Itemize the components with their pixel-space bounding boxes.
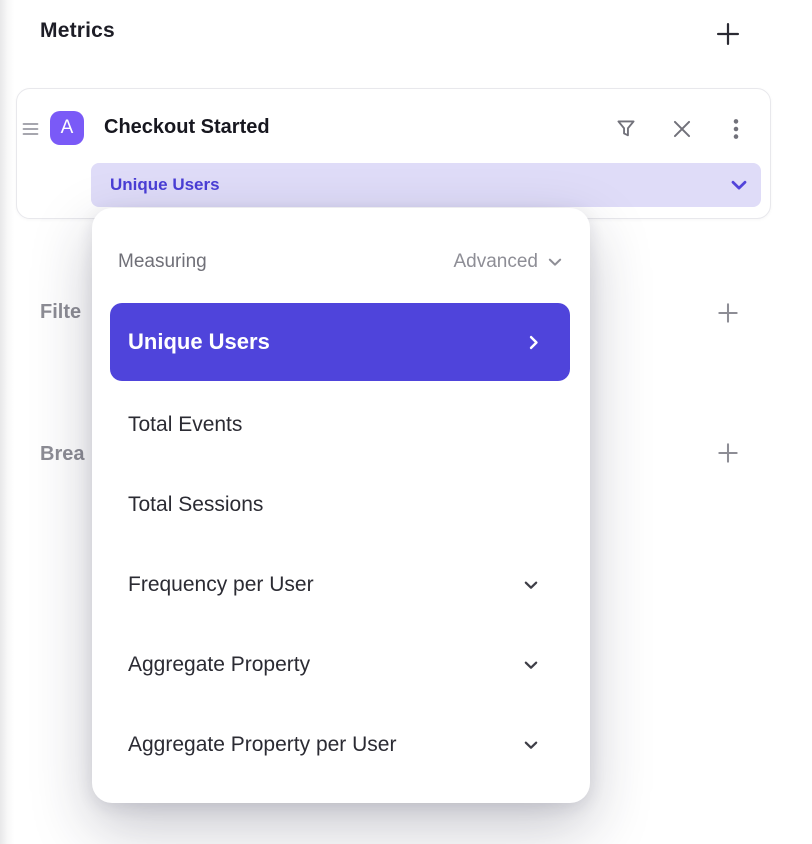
filter-metric-button[interactable]	[611, 114, 641, 144]
measuring-dropdown: Measuring Advanced Unique Users Total Ev…	[92, 208, 590, 803]
event-name[interactable]: Checkout Started	[104, 116, 270, 139]
plus-icon	[715, 440, 741, 466]
funnel-icon	[613, 116, 639, 142]
chevron-down-icon	[546, 253, 564, 271]
add-filter-button[interactable]	[711, 296, 745, 330]
plus-icon	[715, 300, 741, 326]
measuring-label: Measuring	[118, 251, 207, 273]
menu-item-label: Unique Users	[128, 329, 270, 355]
menu-item-total-events[interactable]: Total Events	[110, 385, 570, 465]
page-title: Metrics	[40, 19, 115, 43]
menu-item-total-sessions[interactable]: Total Sessions	[110, 465, 570, 545]
measurement-selector[interactable]: Unique Users	[91, 163, 761, 207]
panel-edge-shadow	[0, 0, 14, 844]
menu-item-unique-users[interactable]: Unique Users	[110, 303, 570, 381]
menu-item-label: Total Events	[128, 413, 242, 437]
breakdowns-section-label: Brea	[40, 443, 84, 466]
menu-item-label: Aggregate Property per User	[128, 733, 396, 757]
measuring-header-row: Measuring Advanced	[118, 248, 564, 276]
menu-item-aggregate-property[interactable]: Aggregate Property	[110, 625, 570, 705]
menu-item-aggregate-property-per-user[interactable]: Aggregate Property per User	[110, 705, 570, 785]
plus-icon	[714, 20, 742, 48]
metrics-panel: Metrics Filte Brea A Checkout Started	[0, 0, 812, 844]
chevron-down-icon	[522, 736, 540, 754]
metric-card: A Checkout Started Unique Users	[16, 88, 771, 219]
more-options-button[interactable]	[721, 114, 751, 144]
drag-handle-icon[interactable]	[22, 121, 40, 136]
remove-metric-button[interactable]	[667, 114, 697, 144]
add-metric-button[interactable]	[710, 16, 746, 52]
metric-series-badge: A	[50, 111, 84, 145]
kebab-menu-icon	[723, 116, 749, 142]
chevron-right-icon	[525, 334, 542, 351]
chevron-down-icon	[522, 656, 540, 674]
close-icon	[669, 116, 695, 142]
chevron-down-icon	[522, 576, 540, 594]
measurement-selector-label: Unique Users	[110, 175, 220, 195]
chevron-down-icon	[729, 175, 749, 195]
filters-section-label: Filte	[40, 301, 81, 324]
advanced-mode-select[interactable]: Advanced	[453, 251, 564, 273]
menu-item-label: Frequency per User	[128, 573, 314, 597]
menu-item-frequency-per-user[interactable]: Frequency per User	[110, 545, 570, 625]
advanced-mode-label: Advanced	[453, 251, 538, 273]
menu-item-label: Aggregate Property	[128, 653, 310, 677]
add-breakdown-button[interactable]	[711, 436, 745, 470]
menu-item-label: Total Sessions	[128, 493, 263, 517]
